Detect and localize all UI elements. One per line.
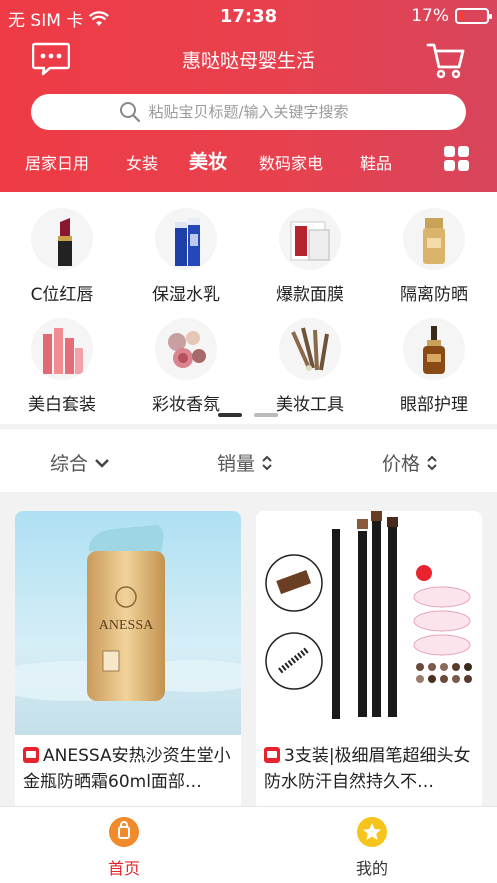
- tab-digital-appliances[interactable]: 数码家电: [259, 150, 323, 174]
- product-title: ANESSA安热沙资生堂小金瓶防晒霜60ml面部…: [23, 746, 231, 792]
- subcategory-eye-care[interactable]: 眼部护理: [384, 318, 484, 415]
- status-bar: 无 SIM 卡 17:38 17%: [0, 0, 497, 34]
- category-tabs: 居家日用 女装 美妆 数码家电 鞋品: [0, 146, 497, 182]
- eye-serum-icon: [403, 318, 465, 380]
- sort-comprehensive[interactable]: 综合: [50, 449, 110, 476]
- eyebrow-pencil-product-image: [256, 511, 482, 735]
- battery-fill: [459, 12, 463, 20]
- subcategory-lipstick[interactable]: C位红唇: [12, 208, 112, 305]
- shopping-cart-icon[interactable]: [426, 40, 466, 80]
- subcategory-makeup-tools[interactable]: 美妆工具: [260, 318, 360, 415]
- subcategory-whitening-set[interactable]: 美白套装: [12, 318, 112, 415]
- makeup-brushes-icon: [279, 318, 341, 380]
- tab-label: 我的: [355, 859, 388, 878]
- tab-home-goods[interactable]: 居家日用: [25, 150, 89, 174]
- page-dot-active: [218, 413, 242, 417]
- tmall-icon: [264, 747, 280, 763]
- tab-womens-clothing[interactable]: 女装: [126, 150, 158, 174]
- app-title: 惠哒哒母婴生活: [181, 50, 315, 72]
- home-bag-icon: [109, 817, 139, 847]
- tab-shoes[interactable]: 鞋品: [360, 150, 392, 174]
- star-icon: [357, 817, 387, 847]
- sort-label: 销量: [217, 453, 256, 475]
- tab-home[interactable]: 首页: [84, 817, 164, 879]
- sunscreen-product-image: ANESSA: [15, 511, 241, 735]
- bottom-tab-bar: 首页 我的: [0, 806, 497, 883]
- subcategory-grid: C位红唇 保湿水乳 爆款面膜 隔离防晒 美白套装 彩妆香氛 美妆工具 眼部护理: [0, 192, 497, 424]
- subcategory-moisturizer[interactable]: 保湿水乳: [136, 208, 236, 305]
- search-input[interactable]: [148, 103, 379, 121]
- subcategory-label: 眼部护理: [400, 395, 468, 415]
- sort-price[interactable]: 价格: [382, 449, 438, 476]
- subcategory-face-mask[interactable]: 爆款面膜: [260, 208, 360, 305]
- header-bar: 无 SIM 卡 17:38 17% 惠哒哒母婴生活 粘贴宝贝标题/输入关键字搜索…: [0, 0, 497, 192]
- sort-label: 价格: [382, 453, 421, 475]
- chevron-down-icon: [95, 458, 109, 468]
- page-dot: [254, 413, 278, 417]
- subcategory-label: 隔离防晒: [400, 285, 468, 305]
- sort-label: 综合: [50, 453, 89, 475]
- grid-menu-icon[interactable]: [444, 146, 470, 172]
- sort-bar: 综合 销量 价格: [0, 428, 497, 492]
- battery-icon: [455, 8, 492, 24]
- search-icon: [119, 102, 140, 123]
- subcategory-label: 美白套装: [28, 395, 96, 415]
- subcategory-makeup-fragrance[interactable]: 彩妆香氛: [136, 318, 236, 415]
- tab-label: 首页: [107, 859, 140, 878]
- lotion-bottles-icon: [155, 208, 217, 270]
- search-bar[interactable]: [31, 94, 466, 130]
- lipstick-icon: [31, 208, 93, 270]
- product-card[interactable]: 3支装|极细眉笔超细头女防水防汗自然持久不…: [256, 511, 482, 811]
- tab-mine[interactable]: 我的: [332, 817, 412, 879]
- svg-text:ANESSA: ANESSA: [99, 618, 154, 633]
- sort-sales[interactable]: 销量: [217, 449, 273, 476]
- product-card[interactable]: ANESSA ANESSA安热沙资生堂小金瓶防晒霜60ml面部…: [15, 511, 241, 811]
- subcategory-sunscreen[interactable]: 隔离防晒: [384, 208, 484, 305]
- makeup-palette-icon: [155, 318, 217, 380]
- subcategory-label: 美妆工具: [276, 395, 344, 415]
- tmall-icon: [23, 747, 39, 763]
- subcategory-label: 爆款面膜: [276, 285, 344, 305]
- sort-arrows-icon: [427, 455, 437, 470]
- product-title: 3支装|极细眉笔超细头女防水防汗自然持久不…: [264, 746, 471, 792]
- status-right: 17%: [411, 6, 492, 26]
- tab-beauty[interactable]: 美妆: [189, 147, 227, 174]
- battery-percent: 17%: [411, 6, 449, 26]
- sunscreen-bottle-icon: [403, 208, 465, 270]
- subcategory-label: C位红唇: [30, 285, 94, 305]
- subcategory-label: 保湿水乳: [152, 285, 220, 305]
- face-mask-box-icon: [279, 208, 341, 270]
- sort-arrows-icon: [262, 455, 272, 470]
- subcategory-label: 彩妆香氛: [152, 395, 220, 415]
- skincare-set-icon: [31, 318, 93, 380]
